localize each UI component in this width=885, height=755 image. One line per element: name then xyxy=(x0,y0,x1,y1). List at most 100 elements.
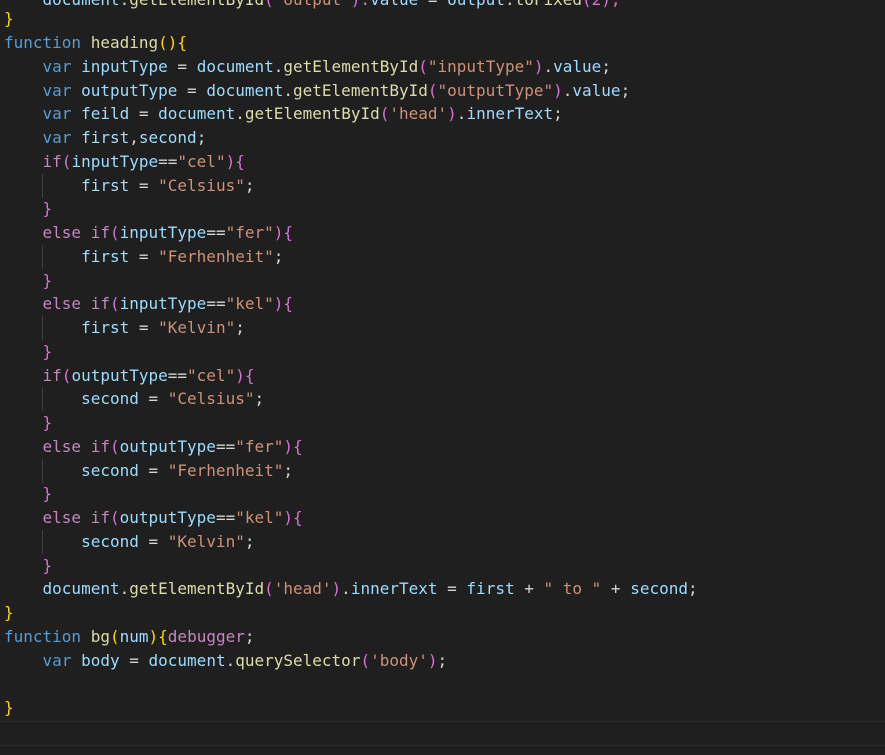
token: getElementById xyxy=(283,57,419,76)
token: var xyxy=(42,128,72,147)
token: document xyxy=(196,57,274,76)
token: second xyxy=(81,532,139,551)
token: ( xyxy=(427,81,438,100)
token: ) xyxy=(273,294,284,313)
token: ( xyxy=(109,627,120,646)
code-line[interactable]: } xyxy=(4,696,14,720)
token: inputType xyxy=(119,294,207,313)
token: ) xyxy=(427,651,438,670)
token: ( xyxy=(360,651,371,670)
token: ( xyxy=(264,0,274,9)
token: "kel" xyxy=(225,294,274,313)
code-line[interactable]: } xyxy=(4,411,53,435)
token: var xyxy=(42,651,72,670)
token: debugger xyxy=(167,627,245,646)
token: ( xyxy=(61,366,72,385)
code-line[interactable]: var inputType = document.getElementById(… xyxy=(4,55,611,79)
token: innerText xyxy=(466,104,554,123)
token: ) xyxy=(533,57,544,76)
token: ( xyxy=(418,57,428,76)
code-line[interactable]: second = "Kelvin"; xyxy=(4,530,254,554)
token: "cel" xyxy=(187,366,236,385)
token: { xyxy=(293,437,303,456)
token: value xyxy=(572,81,621,100)
code-line[interactable]: var body = document.querySelector('body'… xyxy=(4,649,448,673)
token: " to " xyxy=(543,579,602,598)
code-line[interactable]: second = "Celsius"; xyxy=(4,387,264,411)
token: ( xyxy=(109,223,120,242)
code-line[interactable]: else if(inputType=="fer"){ xyxy=(4,221,294,245)
token: ( xyxy=(109,294,120,313)
code-line[interactable]: function heading(){ xyxy=(4,31,187,55)
code-line[interactable]: } xyxy=(4,601,14,625)
token: document xyxy=(43,0,120,9)
token: querySelector xyxy=(235,651,361,670)
token: outputType xyxy=(119,508,216,527)
code-line[interactable]: function bg(num){debugger; xyxy=(4,625,255,649)
token: function xyxy=(4,627,82,646)
code-line[interactable]: if(outputType=="cel"){ xyxy=(4,364,255,388)
token: = xyxy=(418,0,447,9)
code-line[interactable]: var feild = document.getElementById('hea… xyxy=(4,102,563,126)
token: } xyxy=(4,9,14,28)
token: ) xyxy=(331,579,342,598)
token: second xyxy=(138,128,197,147)
token: ) xyxy=(273,223,284,242)
token: ) xyxy=(283,437,294,456)
code-line[interactable]: document.getElementById('output').value … xyxy=(4,0,621,12)
current-line-highlight[interactable] xyxy=(0,721,885,746)
token: first xyxy=(466,579,515,598)
code-line[interactable]: } xyxy=(4,482,53,506)
token: } xyxy=(42,413,53,432)
token: "Ferhenheit" xyxy=(158,247,274,266)
token: } xyxy=(42,342,53,361)
token: 'head' xyxy=(273,579,332,598)
token: . xyxy=(120,0,130,9)
code-line[interactable]: } xyxy=(4,197,53,221)
code-line[interactable]: second = "Ferhenheit"; xyxy=(4,459,293,483)
token: 'head' xyxy=(389,104,448,123)
code-line[interactable]: else if(inputType=="kel"){ xyxy=(4,292,294,316)
token: var xyxy=(42,57,72,76)
token: bg xyxy=(90,627,110,646)
token: outputType xyxy=(119,437,216,456)
code-line[interactable]: first = "Celsius"; xyxy=(4,174,254,198)
token: inputType xyxy=(119,223,207,242)
token: getElementById xyxy=(129,0,264,9)
token: ) xyxy=(283,508,294,527)
token: document xyxy=(206,81,284,100)
code-line[interactable]: } xyxy=(4,269,53,293)
token: "Celsius" xyxy=(167,389,255,408)
code-line[interactable]: } xyxy=(4,7,14,31)
code-line[interactable]: var outputType = document.getElementById… xyxy=(4,79,631,103)
token: "fer" xyxy=(225,223,274,242)
token: else if xyxy=(42,223,110,242)
code-line[interactable]: else if(outputType=="fer"){ xyxy=(4,435,303,459)
code-line[interactable]: } xyxy=(4,340,53,364)
code-line[interactable]: else if(outputType=="kel"){ xyxy=(4,506,303,530)
token: { xyxy=(244,366,255,385)
token: ) xyxy=(235,366,245,385)
code-line[interactable]: first = "Ferhenheit"; xyxy=(4,245,283,269)
token: } xyxy=(4,603,14,622)
token: document xyxy=(148,651,226,670)
code-line[interactable]: } xyxy=(4,554,53,578)
token: ) xyxy=(148,627,159,646)
token: 'output' xyxy=(274,0,351,9)
code-editor[interactable]: document.getElementById('output').value … xyxy=(0,0,885,755)
token: ( xyxy=(379,104,390,123)
token: first xyxy=(81,318,130,337)
token: { xyxy=(293,508,303,527)
token: first xyxy=(81,247,130,266)
code-line[interactable]: var first,second; xyxy=(4,126,207,150)
token: first xyxy=(81,176,130,195)
token: else if xyxy=(42,437,110,456)
token: "Kelvin" xyxy=(158,318,236,337)
code-line[interactable]: first = "Kelvin"; xyxy=(4,316,245,340)
token: else if xyxy=(42,294,110,313)
code-line[interactable]: if(inputType=="cel"){ xyxy=(4,150,245,174)
code-line[interactable]: document.getElementById('head').innerTex… xyxy=(4,577,698,601)
token: ( xyxy=(109,437,120,456)
token: if xyxy=(42,366,62,385)
token: document xyxy=(158,104,236,123)
